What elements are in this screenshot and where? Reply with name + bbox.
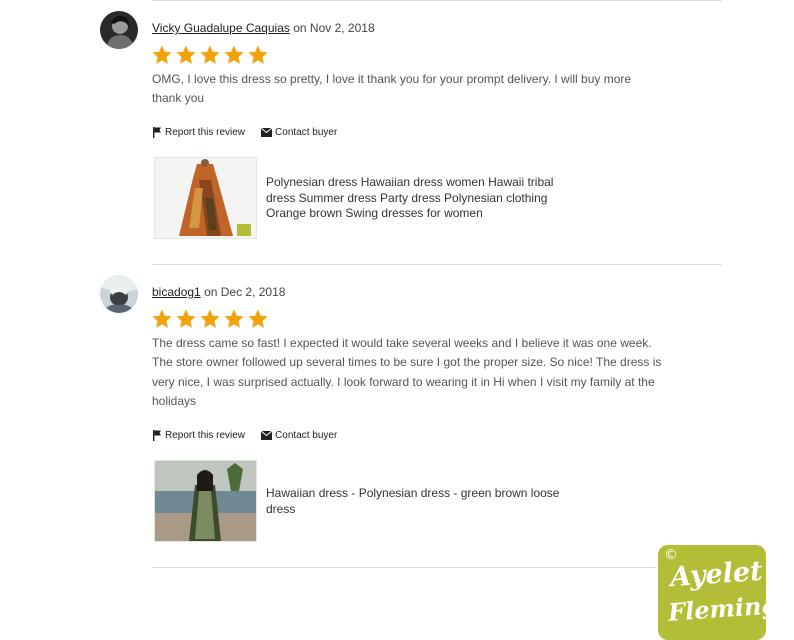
review-byline: bicadog1 on Dec 2, 2018 bbox=[152, 285, 285, 299]
envelope-icon bbox=[261, 128, 273, 137]
star-icon bbox=[199, 44, 221, 66]
watermark-logo: © Ayelet Fleming bbox=[658, 545, 779, 640]
divider bbox=[152, 567, 657, 568]
review-byline: Vicky Guadalupe Caquias on Nov 2, 2018 bbox=[152, 21, 375, 35]
product-title-link[interactable]: Hawaiian dress - Polynesian dress - gree… bbox=[266, 486, 566, 517]
divider bbox=[152, 0, 722, 1]
avatar[interactable] bbox=[100, 275, 138, 313]
reviewer-name-link[interactable]: bicadog1 bbox=[152, 285, 201, 299]
review-text: OMG, I love this dress so pretty, I love… bbox=[152, 72, 632, 106]
avatar[interactable] bbox=[100, 11, 138, 49]
contact-buyer-link[interactable]: Contact buyer bbox=[261, 430, 337, 441]
star-rating bbox=[151, 308, 269, 330]
star-icon bbox=[151, 44, 173, 66]
report-review-label: Report this review bbox=[165, 430, 246, 441]
star-icon bbox=[199, 308, 221, 330]
divider bbox=[152, 264, 722, 265]
star-icon bbox=[223, 44, 245, 66]
reviewer-name-link[interactable]: Vicky Guadalupe Caquias bbox=[152, 21, 290, 35]
star-icon bbox=[151, 308, 173, 330]
star-icon bbox=[175, 44, 197, 66]
review-date: on Nov 2, 2018 bbox=[293, 21, 375, 35]
envelope-icon bbox=[261, 431, 273, 440]
watermark-line1: Ayelet bbox=[669, 555, 764, 594]
review-actions: Report this review Contact buyer bbox=[153, 127, 337, 138]
star-icon bbox=[247, 308, 269, 330]
review-text: The dress came so fast! I expected it wo… bbox=[152, 336, 662, 408]
contact-buyer-link[interactable]: Contact buyer bbox=[261, 127, 337, 138]
report-review-link[interactable]: Report this review bbox=[153, 430, 245, 441]
watermark-line2: Fleming bbox=[667, 590, 780, 627]
star-icon bbox=[223, 308, 245, 330]
report-review-label: Report this review bbox=[165, 127, 246, 138]
star-rating bbox=[151, 44, 269, 66]
review-actions: Report this review Contact buyer bbox=[153, 430, 337, 441]
contact-buyer-label: Contact buyer bbox=[275, 430, 338, 441]
star-icon bbox=[175, 308, 197, 330]
product-thumbnail[interactable] bbox=[154, 460, 257, 542]
product-title-link[interactable]: Polynesian dress Hawaiian dress women Ha… bbox=[266, 175, 586, 222]
copyright-symbol: © bbox=[664, 547, 678, 563]
flag-icon bbox=[153, 430, 162, 441]
product-thumbnail[interactable] bbox=[154, 157, 257, 239]
report-review-link[interactable]: Report this review bbox=[153, 127, 245, 138]
contact-buyer-label: Contact buyer bbox=[275, 127, 338, 138]
review-date: on Dec 2, 2018 bbox=[204, 285, 286, 299]
flag-icon bbox=[153, 127, 162, 138]
star-icon bbox=[247, 44, 269, 66]
